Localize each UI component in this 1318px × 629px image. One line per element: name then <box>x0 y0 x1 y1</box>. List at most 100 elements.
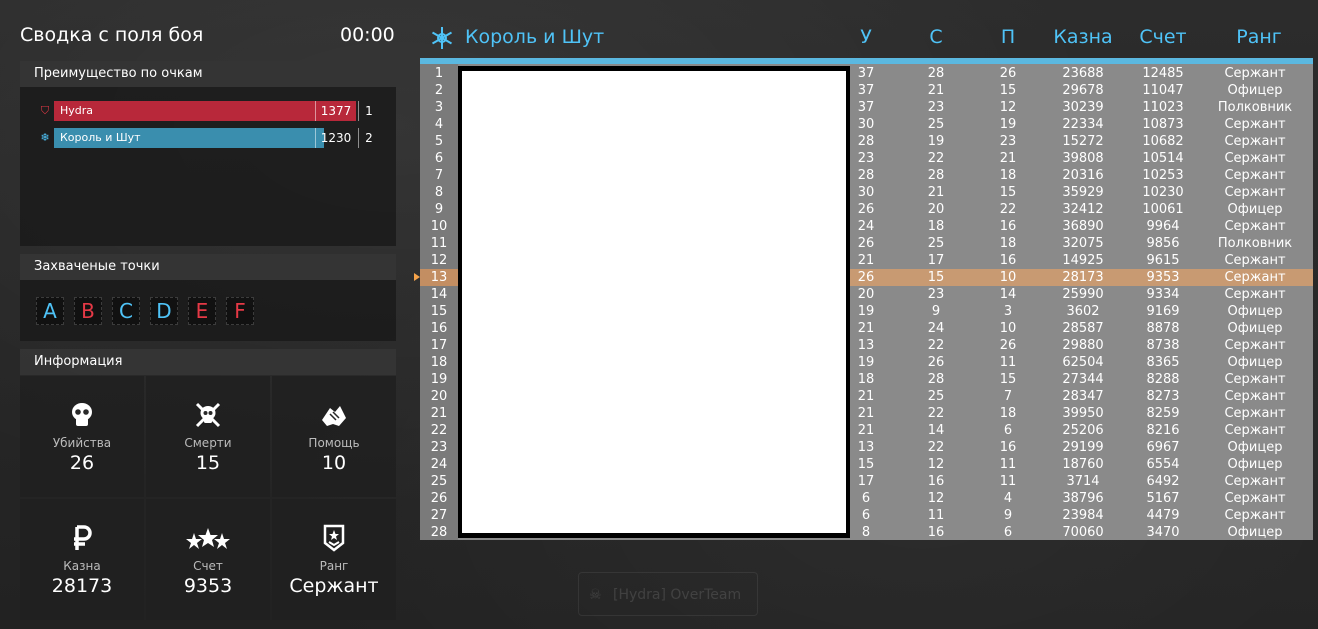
kills-cell: 8 <box>861 525 871 540</box>
treasury-cell: 28173 <box>1062 270 1104 285</box>
treasury-cell: 30239 <box>1062 100 1104 115</box>
deaths-cell: 22 <box>927 338 945 353</box>
treasury-cell: 70060 <box>1062 525 1104 540</box>
score-cell: 6492 <box>1146 474 1180 489</box>
treasury-cell: 3714 <box>1066 474 1100 489</box>
row-number: 18 <box>430 355 448 370</box>
advantage-row-korol: ❄ Король и Шут 1230 2 <box>36 128 380 148</box>
treasury-cell: 25206 <box>1062 423 1104 438</box>
assists-cell: 16 <box>999 440 1017 455</box>
row-number: 21 <box>430 406 448 421</box>
score-cell: 10682 <box>1142 134 1184 149</box>
deaths-cell: 21 <box>927 83 945 98</box>
kills-cell: 30 <box>857 117 875 132</box>
row-number: 10 <box>430 219 448 234</box>
score-cell: 11047 <box>1142 83 1184 98</box>
assists-cell: 11 <box>999 457 1017 472</box>
row-number: 2 <box>434 83 444 98</box>
rank-cell: Офицер <box>1227 202 1283 217</box>
stat-value: Сержант <box>289 575 379 597</box>
assists-cell: 22 <box>999 202 1017 217</box>
score-cell: 10230 <box>1142 185 1184 200</box>
team-name: Hydra <box>60 104 94 117</box>
score-cell: 10061 <box>1142 202 1184 217</box>
handshake-icon <box>322 406 346 426</box>
deaths-cell: 17 <box>927 253 945 268</box>
score-cell: 8216 <box>1146 423 1180 438</box>
kills-cell: 21 <box>857 253 875 268</box>
rank-cell: Полковник <box>1217 100 1293 115</box>
summary-title: Сводка с поля боя <box>20 24 204 46</box>
rank-cell: Сержант <box>1224 151 1286 166</box>
assists-cell: 23 <box>999 134 1017 149</box>
treasury-cell: 28587 <box>1062 321 1104 336</box>
treasury-cell: 3602 <box>1066 304 1100 319</box>
column-kills: У <box>860 26 872 48</box>
info-title: Информация <box>20 349 396 375</box>
stat-value: 26 <box>69 452 95 474</box>
treasury-cell: 29678 <box>1062 83 1104 98</box>
kills-cell: 13 <box>857 338 875 353</box>
advantage-bar: Король и Шут 1230 <box>54 128 356 148</box>
skull-icon <box>72 403 92 426</box>
assists-cell: 15 <box>999 83 1017 98</box>
assists-cell: 15 <box>999 372 1017 387</box>
score-cell: 8365 <box>1146 355 1180 370</box>
assists-cell: 21 <box>999 151 1017 166</box>
treasury-cell: 32412 <box>1062 202 1104 217</box>
deaths-cell: 21 <box>927 185 945 200</box>
rank-cell: Офицер <box>1227 457 1283 472</box>
stat-score: Счет 9353 <box>146 499 270 620</box>
skull-icon: ☠ <box>589 587 602 603</box>
rank-cell: Сержант <box>1224 406 1286 421</box>
deaths-cell: 22 <box>927 406 945 421</box>
kills-cell: 37 <box>857 100 875 115</box>
kills-cell: 24 <box>857 219 875 234</box>
row-number: 7 <box>434 168 444 183</box>
capture-point-f: F <box>226 297 254 325</box>
rank-cell: Сержант <box>1224 270 1286 285</box>
kills-cell: 19 <box>857 355 875 370</box>
row-number: 13 <box>430 270 448 285</box>
rank-cell: Полковник <box>1217 236 1293 251</box>
treasury-cell: 28347 <box>1062 389 1104 404</box>
kills-cell: 19 <box>857 304 875 319</box>
score-cell: 9334 <box>1146 287 1180 302</box>
rank-cell: Офицер <box>1227 321 1283 336</box>
assists-cell: 16 <box>999 219 1017 234</box>
row-number: 1 <box>434 66 444 81</box>
row-number: 14 <box>430 287 448 302</box>
stat-assists: Помощь 10 <box>272 376 396 497</box>
assists-cell: 26 <box>999 66 1017 81</box>
row-number: 27 <box>430 508 448 523</box>
deaths-cell: 15 <box>927 270 945 285</box>
ruble-icon <box>74 525 92 550</box>
row-number: 12 <box>430 253 448 268</box>
treasury-cell: 20316 <box>1062 168 1104 183</box>
assists-cell: 15 <box>999 185 1017 200</box>
score-cell: 10514 <box>1142 151 1184 166</box>
assists-cell: 11 <box>999 355 1017 370</box>
assists-cell: 12 <box>999 100 1017 115</box>
assists-cell: 3 <box>1003 304 1013 319</box>
deaths-cell: 28 <box>927 372 945 387</box>
assists-cell: 18 <box>999 168 1017 183</box>
capture-point-b: B <box>74 297 102 325</box>
capture-point-d: D <box>150 297 178 325</box>
advantage-bar-fill <box>54 101 356 121</box>
rank-cell: Сержант <box>1224 253 1286 268</box>
kills-cell: 26 <box>857 202 875 217</box>
score-cell: 9964 <box>1146 219 1180 234</box>
treasury-cell: 15272 <box>1062 134 1104 149</box>
skull-crossbones-icon <box>195 402 221 428</box>
column-assists: П <box>1000 26 1016 48</box>
assists-cell: 26 <box>999 338 1017 353</box>
deaths-cell: 28 <box>927 168 945 183</box>
rank-cell: Сержант <box>1224 134 1286 149</box>
assists-cell: 9 <box>1003 508 1013 523</box>
kills-cell: 17 <box>857 474 875 489</box>
rank-cell: Сержант <box>1224 474 1286 489</box>
deaths-cell: 12 <box>927 457 945 472</box>
assists-cell: 14 <box>999 287 1017 302</box>
rank-badge-icon <box>323 524 345 552</box>
